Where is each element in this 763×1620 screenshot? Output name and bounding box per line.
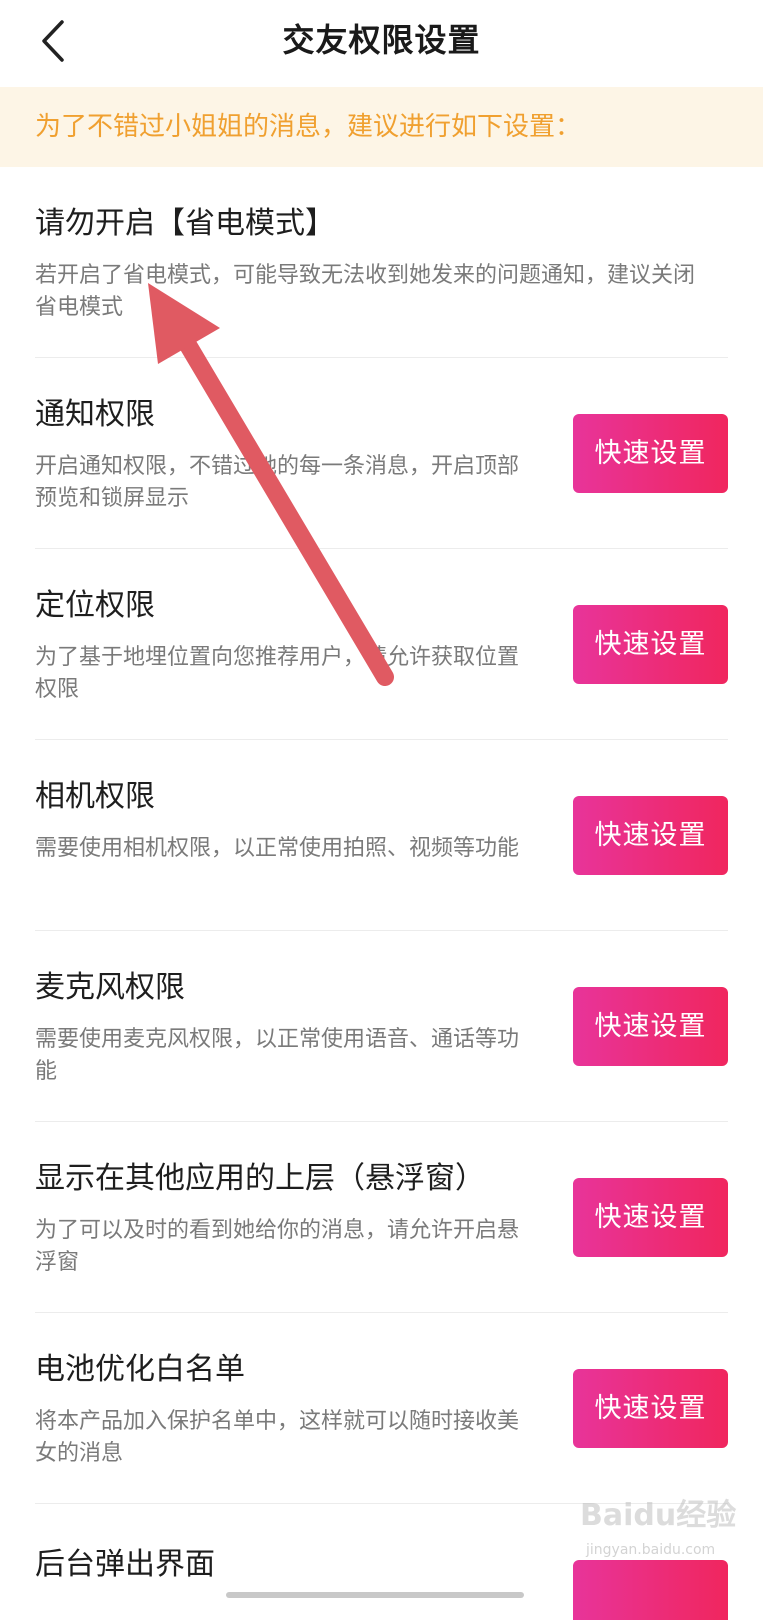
item-title: 请勿开启【省电模式】: [35, 206, 335, 241]
item-title: 显示在其他应用的上层（悬浮窗）: [35, 1161, 485, 1196]
tip-banner: 为了不错过小姐姐的消息，建议进行如下设置：: [0, 87, 763, 167]
list-item-location: 定位权限 为了基于地埋位置向您推荐用户，请允许获取位置权限 快速设置: [35, 549, 728, 740]
quick-setup-button[interactable]: 快速设置: [573, 796, 728, 875]
item-title: 定位权限: [35, 588, 155, 623]
watermark-url: jingyan.baidu.com: [586, 1542, 716, 1558]
item-title: 麦克风权限: [35, 970, 185, 1005]
quick-setup-button[interactable]: 快速设置: [573, 1369, 728, 1448]
watermark-logo: Baidu经验: [580, 1498, 737, 1533]
list-item-power-saving: 请勿开启【省电模式】 若开启了省电模式，可能导致无法收到她发来的问题通知，建议关…: [35, 167, 728, 358]
item-desc: 为了可以及时的看到她给你的消息，请允许开启悬浮窗: [35, 1218, 520, 1275]
item-desc: 若开启了省电模式，可能导致无法收到她发来的问题通知，建议关闭省电模式: [35, 263, 696, 320]
quick-setup-button[interactable]: 快速设置: [573, 414, 728, 493]
watermark: Baidu经验 jingyan.baidu.com: [580, 1490, 750, 1580]
item-title: 通知权限: [35, 397, 155, 432]
item-desc: 需要使用麦克风权限，以正常使用语音、通话等功能: [35, 1027, 520, 1084]
quick-setup-button[interactable]: 快速设置: [573, 1178, 728, 1257]
item-title: 电池优化白名单: [35, 1352, 245, 1387]
list-item-notification: 通知权限 开启通知权限，不错过她的每一条消息，开启顶部预览和锁屏显示 快速设置: [35, 358, 728, 549]
item-desc: 开启通知权限，不错过她的每一条消息，开启顶部预览和锁屏显示: [35, 454, 520, 511]
header-bar: 交友权限设置: [0, 0, 763, 84]
list-item-battery-whitelist: 电池优化白名单 将本产品加入保护名单中，这样就可以随时接收美女的消息 快速设置: [35, 1313, 728, 1504]
list-item-overlay: 显示在其他应用的上层（悬浮窗） 为了可以及时的看到她给你的消息，请允许开启悬浮窗…: [35, 1122, 728, 1313]
home-indicator[interactable]: [226, 1592, 524, 1598]
item-title: 后台弹出界面: [35, 1547, 215, 1582]
item-desc: 将本产品加入保护名单中，这样就可以随时接收美女的消息: [35, 1409, 520, 1466]
item-desc: 需要使用相机权限，以正常使用拍照、视频等功能: [35, 836, 520, 861]
quick-setup-button[interactable]: 快速设置: [573, 605, 728, 684]
item-title: 相机权限: [35, 779, 155, 814]
list-item-camera: 相机权限 需要使用相机权限，以正常使用拍照、视频等功能 快速设置: [35, 740, 728, 931]
permission-list: 请勿开启【省电模式】 若开启了省电模式，可能导致无法收到她发来的问题通知，建议关…: [0, 167, 763, 1620]
quick-setup-button[interactable]: 快速设置: [573, 987, 728, 1066]
item-desc: 为了基于地埋位置向您推荐用户，请允许获取位置权限: [35, 645, 520, 702]
page-title: 交友权限设置: [282, 21, 481, 59]
tip-text: 为了不错过小姐姐的消息，建议进行如下设置：: [35, 112, 582, 142]
list-item-microphone: 麦克风权限 需要使用麦克风权限，以正常使用语音、通话等功能 快速设置: [35, 931, 728, 1122]
